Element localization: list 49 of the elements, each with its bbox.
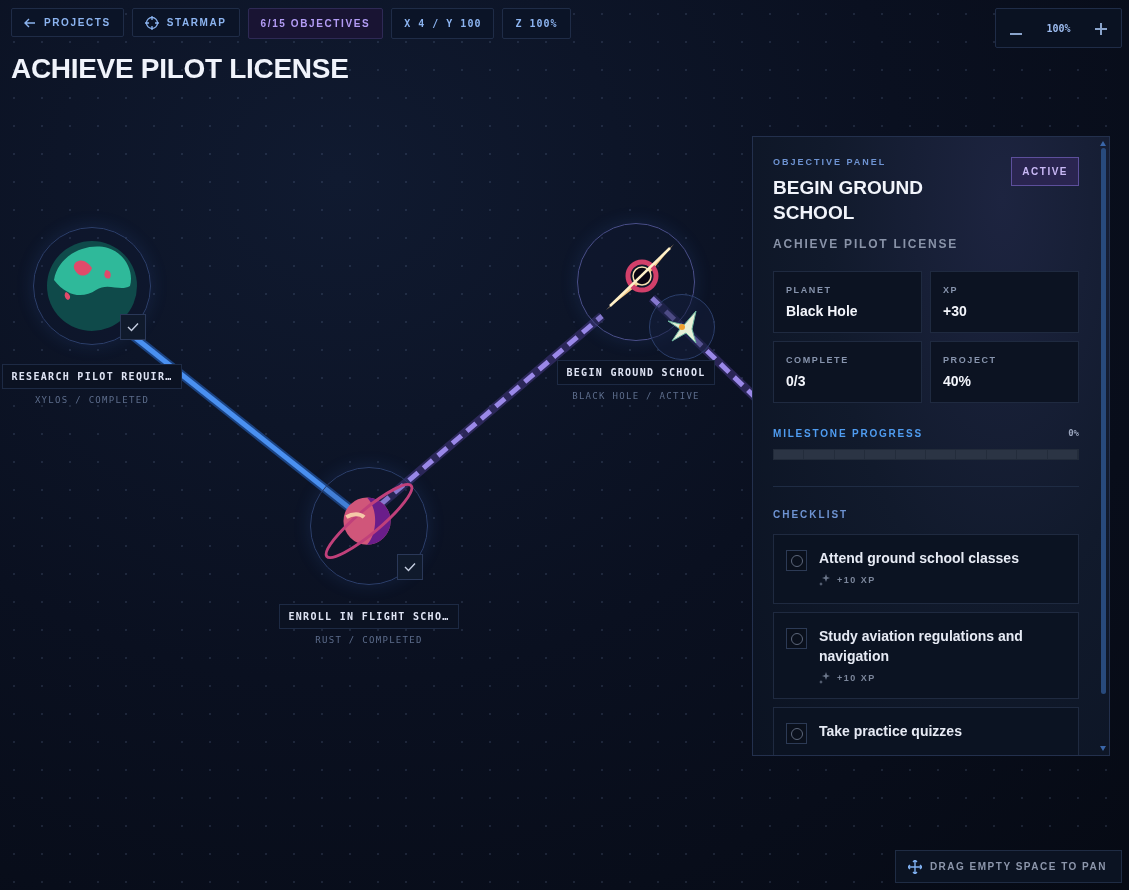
stat-label: COMPLETE [786, 355, 850, 365]
status-badge: ACTIVE [1011, 157, 1079, 186]
checklist-heading: CHECKLIST [773, 509, 850, 520]
stat-value: Black Hole [786, 303, 859, 319]
xp-reward: +10 XP [837, 575, 876, 585]
checkbox[interactable] [786, 628, 807, 649]
hint-text: DRAG EMPTY SPACE TO PAN [929, 861, 1107, 872]
panel-eyebrow: OBJECTIVE PANEL [773, 157, 888, 167]
coordinate-readout: Z 100% [502, 8, 571, 39]
scrollbar[interactable] [1099, 141, 1107, 751]
stat-value: 40% [943, 373, 973, 389]
page-title: ACHIEVE PILOT LICENSE [11, 53, 350, 85]
node-label[interactable]: ENROLL IN FLIGHT SCHO… [279, 604, 459, 629]
stat-label: PROJECT [943, 355, 998, 365]
spaceship-icon [649, 294, 715, 360]
sparkle-icon [819, 672, 831, 684]
milestone-label: MILESTONE PROGRESS [773, 428, 923, 439]
panel-subtitle: ACHIEVE PILOT LICENSE [773, 237, 960, 251]
task-text: Attend ground school classes [819, 549, 1019, 568]
panel-title: BEGIN GROUND SCHOOL [773, 176, 924, 225]
plus-icon [1095, 23, 1107, 35]
crosshair-icon [144, 15, 159, 30]
node-label[interactable]: BEGIN GROUND SCHOOL [557, 360, 715, 385]
arrow-left-icon [24, 17, 36, 28]
task-text: Take practice quizzes [819, 722, 962, 741]
orbit-ring[interactable] [577, 223, 695, 341]
milestone-reading: 0% [1068, 428, 1079, 439]
node-subtitle: RUST / COMPLETED [315, 635, 423, 645]
stat-label: XP [943, 285, 960, 295]
scroll-down-icon[interactable] [1100, 746, 1106, 751]
coordinate-readout: X 4 / Y 100 [391, 8, 495, 39]
minus-icon [1010, 33, 1022, 35]
back-button[interactable]: PROJECTS [11, 8, 124, 37]
objective-counter: 6/15 OBJECTIVES [247, 8, 384, 39]
move-icon [907, 859, 922, 874]
checkbox[interactable] [786, 550, 807, 571]
node-subtitle: BLACK HOLE / ACTIVE [572, 391, 700, 401]
node-label[interactable]: RESEARCH PILOT REQUIR… [2, 364, 182, 389]
stat-value: +30 [943, 303, 968, 319]
node-subtitle: XYLOS / COMPLETED [34, 395, 150, 405]
sparkle-icon [819, 574, 831, 586]
scroll-up-icon[interactable] [1100, 141, 1106, 146]
stat-label: PLANET [786, 285, 833, 295]
starmap-button[interactable]: STARMAP [131, 8, 240, 37]
xp-reward: +10 XP [837, 673, 876, 683]
stat-value: 0/3 [786, 373, 807, 389]
checkbox[interactable] [786, 723, 807, 744]
task-text: Study aviation regulations and navigation [819, 627, 1024, 666]
zoom-level: 100% [1046, 22, 1071, 34]
